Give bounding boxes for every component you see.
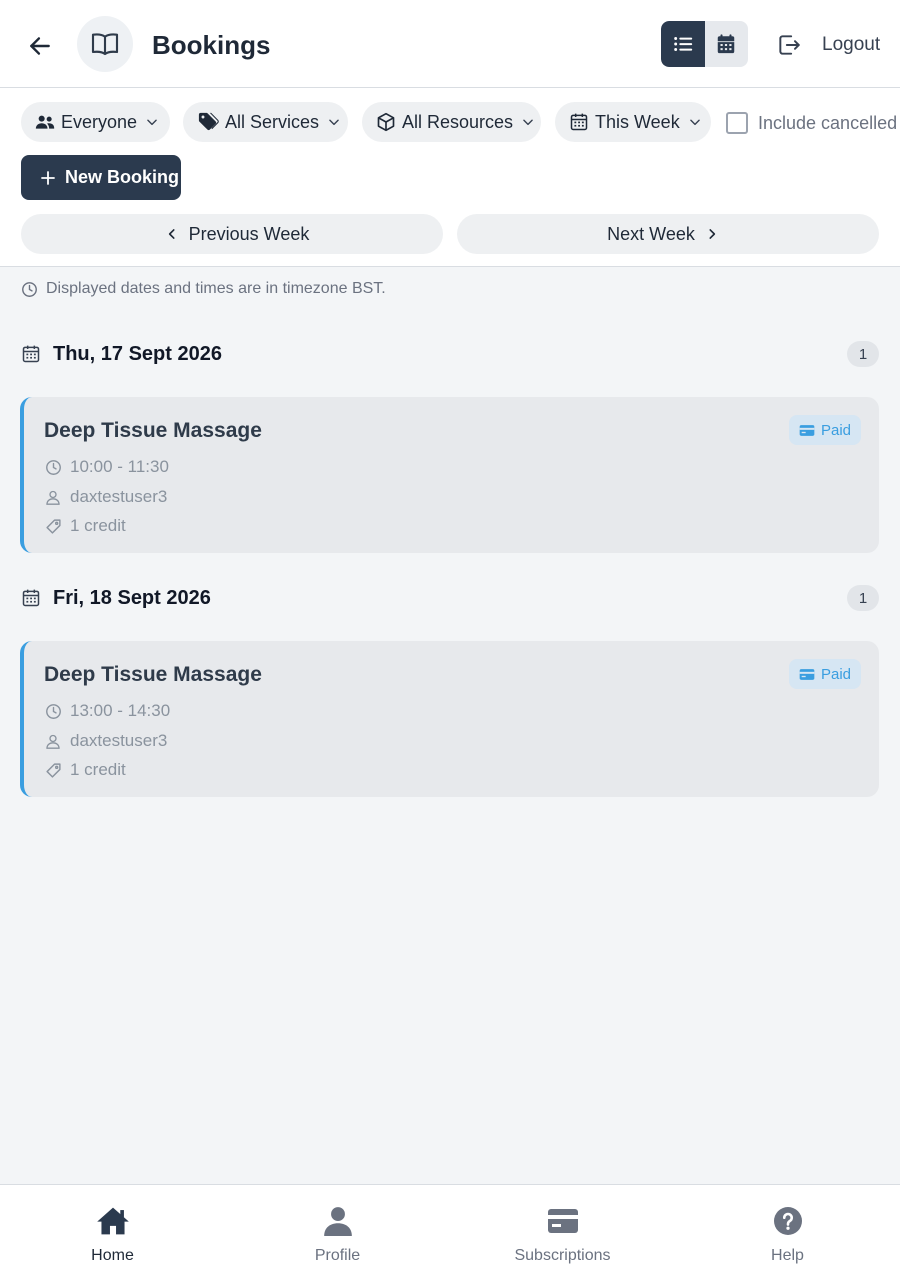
people-filter[interactable]: Everyone (21, 102, 170, 142)
status-badge: Paid (788, 659, 861, 689)
resources-filter[interactable]: All Resources (362, 102, 541, 142)
plus-icon (39, 169, 57, 187)
help-icon (773, 1205, 802, 1237)
services-filter[interactable]: All Services (183, 102, 348, 142)
chevron-right-icon (705, 226, 719, 242)
booking-time-text: 13:00 - 14:30 (70, 701, 171, 720)
previous-week-label: Previous Week (188, 223, 310, 244)
people-filter-label: Everyone (61, 111, 138, 132)
resources-filter-label: All Resources (402, 111, 514, 132)
booking-time: 13:00 - 14:30 (44, 701, 170, 721)
timezone-note: Displayed dates and times are in timezon… (21, 280, 386, 298)
tags-icon (197, 112, 219, 132)
tag-icon (44, 518, 62, 535)
cube-icon (376, 112, 396, 132)
booking-user-text: daxtestuser3 (70, 487, 168, 506)
include-cancelled-checkbox[interactable] (726, 112, 748, 134)
bottom-nav: Home Profile Subscriptions Help (0, 1184, 900, 1286)
bookings-app-icon (77, 16, 133, 72)
users-icon (35, 114, 55, 130)
calendar-view-button[interactable] (705, 21, 749, 67)
page-title: Bookings (152, 30, 271, 60)
new-booking-button[interactable]: New Booking (21, 155, 181, 200)
status-label: Paid (820, 665, 851, 683)
card-icon (547, 1205, 578, 1237)
new-booking-label: New Booking (65, 167, 180, 187)
back-button[interactable] (20, 26, 60, 66)
chevron-down-icon (688, 115, 702, 129)
arrow-left-icon (30, 37, 50, 55)
nav-subscriptions-label: Subscriptions (514, 1247, 611, 1264)
booking-service: Deep Tissue Massage (44, 663, 262, 686)
booking-cost: 1 credit (44, 760, 126, 780)
clock-icon (44, 459, 62, 476)
status-label: Paid (820, 421, 851, 439)
nav-home-label: Home (91, 1247, 134, 1264)
period-filter[interactable]: This Week (555, 102, 711, 142)
services-filter-label: All Services (225, 111, 320, 132)
booking-card[interactable]: Deep Tissue Massage Paid 13:00 - 14:30 d… (20, 641, 879, 797)
view-toggle (661, 21, 748, 67)
nav-home[interactable]: Home (0, 1185, 225, 1286)
filter-bar: Everyone All Services All Resources This… (0, 88, 900, 267)
next-week-label: Next Week (607, 223, 695, 244)
booking-count-badge: 1 (847, 585, 879, 611)
logout-label: Logout (822, 34, 881, 55)
day-header: Thu, 17 Sept 2026 1 (21, 339, 879, 369)
status-badge: Paid (788, 415, 861, 445)
chevron-down-icon (521, 115, 535, 129)
booking-card[interactable]: Deep Tissue Massage Paid 10:00 - 11:30 d… (20, 397, 879, 553)
timezone-note-text: Displayed dates and times are in timezon… (46, 280, 386, 297)
booking-cost-text: 1 credit (70, 760, 126, 779)
include-cancelled-toggle[interactable]: Include cancelled (726, 112, 897, 134)
nav-profile[interactable]: Profile (225, 1185, 450, 1286)
chevron-down-icon (327, 115, 341, 129)
day-date: Thu, 17 Sept 2026 (53, 342, 222, 365)
user-icon (44, 733, 62, 750)
day-header: Fri, 18 Sept 2026 1 (21, 583, 879, 613)
include-cancelled-label: Include cancelled (758, 112, 898, 133)
next-week-button[interactable]: Next Week (457, 214, 879, 254)
period-filter-label: This Week (595, 111, 680, 132)
calendar-icon (22, 589, 40, 607)
booking-user: daxtestuser3 (44, 731, 167, 751)
booking-service: Deep Tissue Massage (44, 419, 262, 442)
nav-help[interactable]: Help (675, 1185, 900, 1286)
nav-help-label: Help (771, 1247, 804, 1264)
credit-card-icon (799, 668, 815, 681)
booking-count-badge: 1 (847, 341, 879, 367)
clock-icon (44, 703, 62, 720)
clock-icon (22, 281, 37, 297)
day-date: Fri, 18 Sept 2026 (53, 586, 211, 609)
booking-time: 10:00 - 11:30 (44, 457, 169, 477)
list-view-button[interactable] (661, 21, 705, 67)
app-header: Bookings Logout (0, 0, 900, 88)
logout-button[interactable]: Logout (776, 30, 880, 60)
home-icon (96, 1205, 130, 1237)
nav-subscriptions[interactable]: Subscriptions (450, 1185, 675, 1286)
previous-week-button[interactable]: Previous Week (21, 214, 443, 254)
booking-cost-text: 1 credit (70, 516, 126, 535)
booking-user-text: daxtestuser3 (70, 731, 168, 750)
nav-profile-label: Profile (314, 1247, 361, 1264)
book-open-icon (91, 33, 119, 56)
calendar-icon (22, 345, 40, 363)
user-icon (44, 489, 62, 506)
booking-user: daxtestuser3 (44, 487, 167, 507)
credit-card-icon (799, 424, 815, 437)
chevron-down-icon (145, 115, 159, 129)
logout-icon (779, 35, 800, 55)
user-icon (323, 1205, 352, 1237)
calendar-icon (569, 112, 589, 132)
booking-cost: 1 credit (44, 516, 126, 536)
list-icon (673, 37, 692, 51)
booking-time-text: 10:00 - 11:30 (70, 457, 169, 476)
tag-icon (44, 762, 62, 779)
calendar-icon (718, 34, 735, 54)
chevron-left-icon (165, 226, 179, 242)
